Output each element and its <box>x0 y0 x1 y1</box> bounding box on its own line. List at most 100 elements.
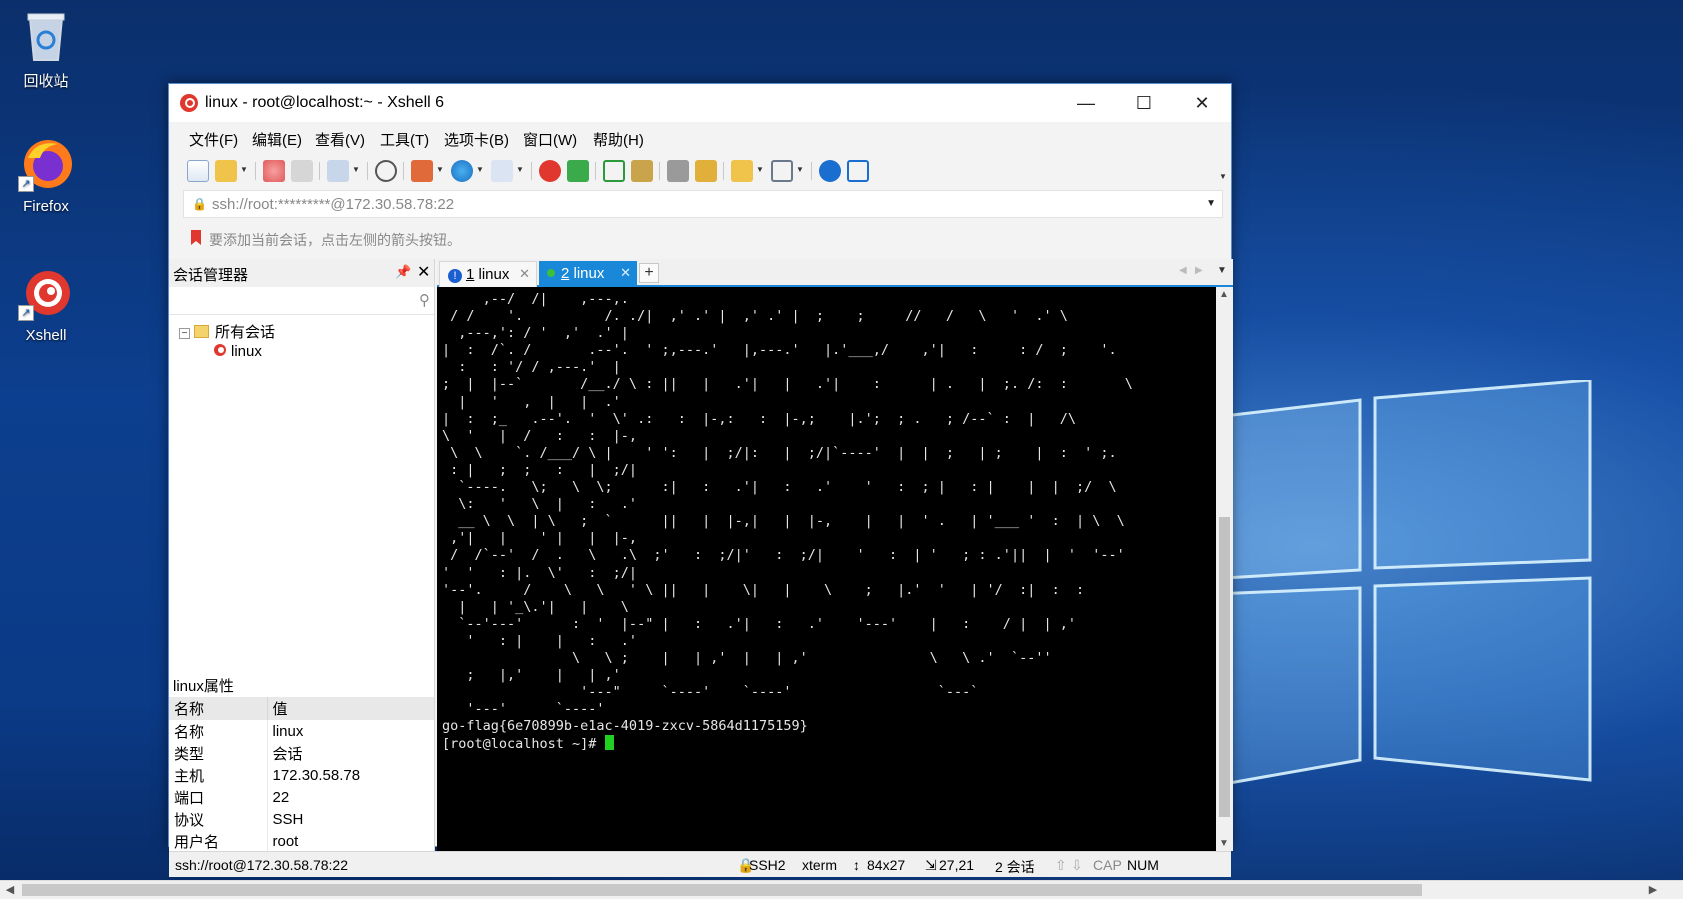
scroll-down-icon[interactable]: ▼ <box>1219 838 1229 849</box>
column-header-value[interactable]: 值 <box>267 697 435 720</box>
desktop-icon-recycle-bin[interactable]: 回收站 <box>0 8 92 91</box>
keyboard-icon[interactable] <box>667 160 689 182</box>
scroll-left-icon[interactable]: ◀ <box>2 882 18 898</box>
tab-scroll-right-icon[interactable]: ▶ <box>1195 265 1203 276</box>
xshell-window: linux - root@localhost:~ - Xshell 6 — ☐ … <box>168 83 1233 877</box>
scrollbar-thumb[interactable] <box>22 884 1422 896</box>
table-row: 协议 SSH <box>169 808 435 830</box>
status-cursor-position: 27,21 <box>939 857 975 873</box>
desktop-vertical-scrollbar[interactable] <box>1664 0 1683 880</box>
chat-icon[interactable] <box>847 160 869 182</box>
property-name: 端口 <box>169 786 268 808</box>
minimize-button[interactable]: — <box>1057 84 1115 122</box>
session-search-input[interactable]: ⚲ <box>169 287 434 315</box>
menu-file[interactable]: 文件(F) <box>189 129 238 150</box>
tab-list-dropdown-icon[interactable]: ▼ <box>1217 265 1227 276</box>
xshell-toolbar-icon[interactable] <box>539 160 561 182</box>
lock-icon: 🔒 <box>192 197 207 211</box>
menu-tabs[interactable]: 选项卡(B) <box>444 129 509 150</box>
property-name: 类型 <box>169 742 268 764</box>
menu-edit[interactable]: 编辑(E) <box>252 129 302 150</box>
property-name: 主机 <box>169 764 268 786</box>
chevron-down-icon[interactable]: ▼ <box>352 165 360 174</box>
hint-text: 要添加当前会话，点击左侧的箭头按钮。 <box>209 232 461 248</box>
properties-icon[interactable] <box>327 160 349 182</box>
toolbar-separator <box>403 162 404 180</box>
lock-icon[interactable] <box>631 160 653 182</box>
chevron-down-icon[interactable]: ▼ <box>436 165 444 174</box>
tab-scroll-left-icon[interactable]: ◀ <box>1179 265 1187 276</box>
new-session-icon[interactable] <box>187 160 209 182</box>
chevron-down-icon[interactable]: ▼ <box>756 165 764 174</box>
transfer-icon[interactable] <box>411 160 433 182</box>
property-value: SSH <box>272 810 304 828</box>
tab-label: linux <box>573 265 605 282</box>
find-icon[interactable] <box>375 160 397 182</box>
menu-window[interactable]: 窗口(W) <box>523 129 577 150</box>
tab-close-icon[interactable]: ✕ <box>620 265 631 281</box>
desktop-horizontal-scrollbar[interactable]: ◀ ▶ <box>0 880 1683 899</box>
property-name: 协议 <box>169 808 268 830</box>
firefox-icon: ↗ <box>18 136 74 192</box>
highlight-icon[interactable] <box>695 160 717 182</box>
pin-icon[interactable]: 📌 <box>395 264 411 280</box>
chevron-down-icon[interactable]: ▼ <box>796 165 804 174</box>
menu-view[interactable]: 查看(V) <box>315 129 365 150</box>
menu-tools[interactable]: 工具(T) <box>380 129 429 150</box>
font-icon[interactable] <box>491 160 513 182</box>
toolbar-overflow-icon[interactable]: ▼ <box>1219 172 1227 181</box>
scroll-up-icon[interactable]: ▲ <box>1219 289 1229 300</box>
tab-linux-2[interactable]: 2 linux ✕ <box>539 261 637 287</box>
windows-logo-wallpaper <box>1188 380 1592 792</box>
desktop-icon-label: 回收站 <box>23 73 69 90</box>
close-panel-icon[interactable]: ✕ <box>417 262 430 282</box>
chevron-down-icon[interactable]: ▼ <box>476 165 484 174</box>
address-bar[interactable]: 🔒 ssh://root:*********@172.30.58.78:22 ▼ <box>183 190 1223 218</box>
new-tab-button[interactable]: + <box>639 263 659 283</box>
chevron-down-icon[interactable]: ▼ <box>1206 198 1216 209</box>
search-icon[interactable]: ⚲ <box>419 291 430 309</box>
table-row: 端口 22 <box>169 786 435 808</box>
tree-session-linux[interactable]: linux <box>213 343 262 360</box>
address-input[interactable]: ssh://root:*********@172.30.58.78:22 <box>212 196 454 213</box>
tab-close-icon[interactable]: ✕ <box>519 266 530 282</box>
folder-icon <box>194 325 209 338</box>
chevron-down-icon[interactable]: ▼ <box>516 165 524 174</box>
globe-icon[interactable] <box>451 160 473 182</box>
bookmark-flag-icon[interactable] <box>189 230 203 246</box>
menu-help[interactable]: 帮助(H) <box>593 129 644 150</box>
property-value: 22 <box>272 788 290 806</box>
maximize-button[interactable]: ☐ <box>1115 84 1173 122</box>
toolbar: ▼ ▼ ▼ ▼ ▼ ▼ ▼ ▼ <box>169 154 1231 186</box>
xftp-icon[interactable] <box>567 160 589 182</box>
layout-icon[interactable] <box>771 160 793 182</box>
help-icon[interactable] <box>819 160 841 182</box>
property-value: linux <box>272 722 304 740</box>
toolbar-separator <box>595 162 596 180</box>
collapse-icon[interactable]: − <box>179 328 190 339</box>
tab-linux-1[interactable]: ! 1 linux ✕ <box>439 261 537 287</box>
chevron-down-icon[interactable]: ▼ <box>240 165 248 174</box>
toolbar-separator <box>367 162 368 180</box>
desktop-icon-firefox[interactable]: ↗ Firefox <box>0 136 92 215</box>
scrollbar-thumb[interactable] <box>1219 517 1230 817</box>
session-manager-header: 会话管理器 📌 ✕ <box>169 259 434 287</box>
close-button[interactable]: ✕ <box>1173 84 1231 122</box>
open-folder-icon[interactable] <box>215 160 237 182</box>
terminal-scrollbar[interactable]: ▲ ▼ <box>1216 287 1233 851</box>
tree-folder-all-sessions[interactable]: − 所有会话 <box>179 321 275 342</box>
disconnect-icon[interactable] <box>291 160 313 182</box>
desktop-icon-xshell[interactable]: ↗ Xshell <box>0 265 92 344</box>
fullscreen-icon[interactable] <box>603 160 625 182</box>
status-connection: ssh://root@172.30.58.78:22 <box>175 857 348 873</box>
tab-number: 2 <box>561 265 570 282</box>
properties-title: linux属性 <box>173 678 234 695</box>
title-bar[interactable]: linux - root@localhost:~ - Xshell 6 — ☐ … <box>169 84 1231 122</box>
add-folder-icon[interactable] <box>731 160 753 182</box>
scroll-right-icon[interactable]: ▶ <box>1645 882 1661 898</box>
terminal-screen[interactable]: ,--/ /| ,---,. / / '. /. ./| ,' .' | ,' … <box>437 287 1216 851</box>
column-header-name[interactable]: 名称 <box>169 697 268 720</box>
table-row: 名称 linux <box>169 720 435 742</box>
cursor-position-icon: ⇲ <box>925 857 937 873</box>
connect-icon[interactable] <box>263 160 285 182</box>
